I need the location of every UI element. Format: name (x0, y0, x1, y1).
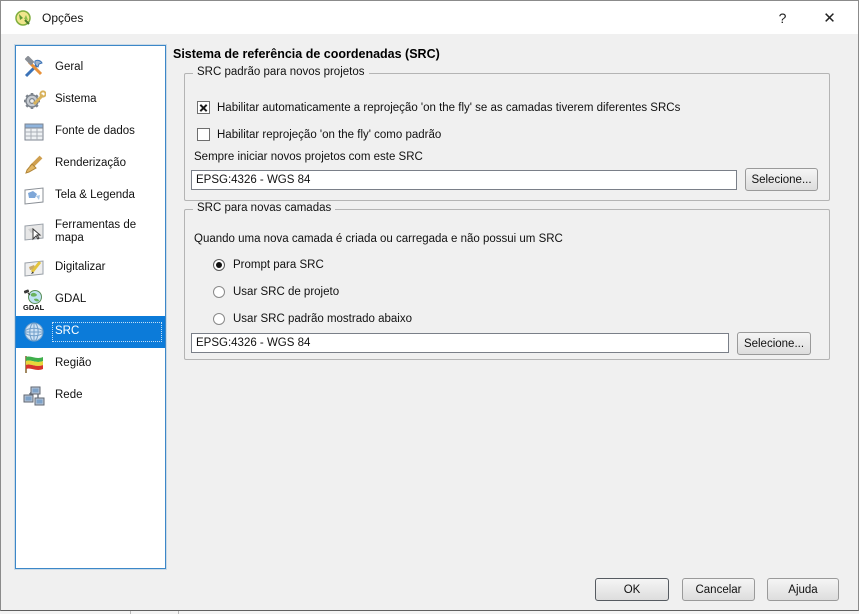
radio-project-src[interactable]: Usar SRC de projeto (213, 286, 339, 298)
options-sidebar: Geral Sistema (15, 45, 166, 569)
checkbox-label: Habilitar automaticamente a reprojeção '… (217, 102, 680, 114)
select-crs-button-1[interactable]: Selecione... (745, 168, 818, 191)
window-title: Opções (42, 11, 83, 25)
radio-label: Prompt para SRC (233, 259, 324, 271)
sidebar-item-label: Digitalizar (55, 261, 159, 274)
otf-default-checkbox-row[interactable]: Habilitar reprojeção 'on the fly' como p… (197, 128, 441, 141)
tools-icon (21, 55, 47, 81)
sidebar-item-sistema[interactable]: Sistema (16, 84, 165, 116)
group-title: SRC padrão para novos projetos (193, 66, 369, 78)
radio-label: Usar SRC padrão mostrado abaixo (233, 313, 412, 325)
default-crs-input[interactable] (191, 170, 737, 190)
close-button[interactable]: ✕ (807, 1, 852, 34)
wireframe-globe-icon (21, 319, 47, 345)
ok-button[interactable]: OK (595, 578, 669, 601)
sidebar-item-renderizacao[interactable]: Renderização (16, 148, 165, 180)
paintbrush-icon (21, 151, 47, 177)
flag-icon (21, 351, 47, 377)
help-button[interactable]: Ajuda (767, 578, 839, 601)
radio-prompt-src[interactable]: Prompt para SRC (213, 259, 324, 271)
network-icon (21, 383, 47, 409)
sidebar-item-digitalizar[interactable]: Digitalizar (16, 252, 165, 284)
checkbox-label: Habilitar reprojeção 'on the fly' como p… (217, 129, 441, 141)
radio-unselected-icon[interactable] (213, 313, 225, 325)
page-title: Sistema de referência de coordenadas (SR… (173, 47, 440, 61)
radio-selected-icon[interactable] (213, 259, 225, 271)
sidebar-item-src[interactable]: SRC (16, 316, 165, 348)
sidebar-item-label: GDAL (55, 293, 159, 306)
sidebar-item-rede[interactable]: Rede (16, 380, 165, 412)
sidebar-item-regiao[interactable]: Região (16, 348, 165, 380)
sidebar-item-label: Renderização (55, 157, 159, 170)
sidebar-item-label: Ferramentas de mapa (55, 219, 159, 245)
radio-default-src[interactable]: Usar SRC padrão mostrado abaixo (213, 313, 412, 325)
map-cursor-icon (21, 219, 47, 245)
sidebar-item-label: Tela & Legenda (55, 189, 159, 202)
radio-label: Usar SRC de projeto (233, 286, 339, 298)
checkbox-unchecked-icon[interactable] (197, 128, 210, 141)
new-layer-crs-input[interactable] (191, 333, 729, 353)
select-crs-button-2[interactable]: Selecione... (737, 332, 811, 355)
sidebar-item-label: SRC (55, 325, 159, 338)
sidebar-item-label: Região (55, 357, 159, 370)
sidebar-item-geral[interactable]: Geral (16, 52, 165, 84)
cancel-button[interactable]: Cancelar (682, 578, 755, 601)
map-pencil-icon (21, 255, 47, 281)
titlebar: Opções ? ✕ (1, 1, 858, 34)
sidebar-item-label: Geral (55, 61, 159, 74)
checkbox-checked-icon[interactable] (197, 101, 210, 114)
auto-reproject-checkbox-row[interactable]: Habilitar automaticamente a reprojeção '… (197, 101, 680, 114)
sidebar-item-label: Rede (55, 389, 159, 402)
qgis-logo-icon (14, 9, 32, 27)
radio-unselected-icon[interactable] (213, 286, 225, 298)
sidebar-item-label: Fonte de dados (55, 125, 159, 138)
sidebar-item-gdal[interactable]: GDAL GDAL (16, 284, 165, 316)
gear-wrench-icon (21, 87, 47, 113)
table-icon (21, 119, 47, 145)
options-dialog: Opções ? ✕ Geral (0, 0, 859, 611)
default-crs-label: Sempre iniciar novos projetos com este S… (194, 151, 423, 163)
map-canvas-icon (21, 183, 47, 209)
svg-text:GDAL: GDAL (23, 303, 45, 312)
new-layer-description: Quando uma nova camada é criada ou carre… (194, 233, 563, 245)
sidebar-item-fonte-de-dados[interactable]: Fonte de dados (16, 116, 165, 148)
help-titlebar-button[interactable]: ? (760, 1, 805, 34)
sidebar-item-tela-legenda[interactable]: Tela & Legenda (16, 180, 165, 212)
sidebar-item-ferramentas-de-mapa[interactable]: Ferramentas de mapa (16, 212, 165, 252)
sidebar-item-label: Sistema (55, 93, 159, 106)
gdal-globe-icon: GDAL (21, 287, 47, 313)
group-title: SRC para novas camadas (193, 202, 335, 214)
